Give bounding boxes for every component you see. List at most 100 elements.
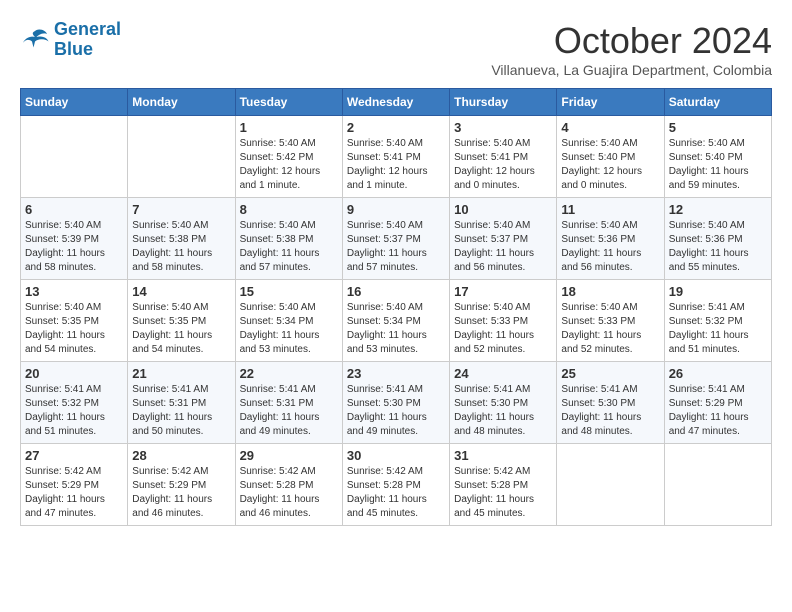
- day-info: Sunrise: 5:41 AM Sunset: 5:31 PM Dayligh…: [240, 383, 338, 439]
- calendar-week-4: 20Sunrise: 5:41 AM Sunset: 5:32 PM Dayli…: [21, 362, 772, 444]
- day-number: 11: [561, 202, 659, 217]
- day-number: 5: [669, 120, 767, 135]
- day-info: Sunrise: 5:41 AM Sunset: 5:30 PM Dayligh…: [454, 383, 552, 439]
- calendar-cell: 14 Sunrise: 5:40 AM Sunset: 5:35 PM Dayli…: [128, 280, 235, 362]
- calendar-cell: 15 Sunrise: 5:40 AM Sunset: 5:34 PM Dayli…: [235, 280, 342, 362]
- day-info: Sunrise: 5:40 AM Sunset: 5:38 PM Dayligh…: [132, 219, 230, 275]
- day-info: Sunrise: 5:40 AM Sunset: 5:36 PM Dayligh…: [561, 219, 659, 275]
- calendar-cell: 8Sunrise: 5:40 AM Sunset: 5:38 PM Daylig…: [235, 198, 342, 280]
- calendar-cell: 2 Sunrise: 5:40 AM Sunset: 5:41 PM Daylig…: [342, 116, 449, 198]
- calendar-cell: 24 Sunrise: 5:41 AM Sunset: 5:30 PM Dayli…: [450, 362, 557, 444]
- calendar-cell: 25 Sunrise: 5:41 AM Sunset: 5:30 PM Dayli…: [557, 362, 664, 444]
- day-number: 28: [132, 448, 230, 463]
- day-info: Sunrise: 5:42 AM Sunset: 5:28 PM Dayligh…: [454, 465, 552, 521]
- calendar-cell: 31 Sunrise: 5:42 AM Sunset: 5:28 PM Dayli…: [450, 444, 557, 526]
- day-number: 26: [669, 366, 767, 381]
- page-header: General Blue October 2024 Villanueva, La…: [20, 20, 772, 78]
- day-info: Sunrise: 5:40 AM Sunset: 5:33 PM Dayligh…: [561, 301, 659, 357]
- day-info: Sunrise: 5:40 AM Sunset: 5:37 PM Dayligh…: [454, 219, 552, 275]
- calendar-cell: 9 Sunrise: 5:40 AM Sunset: 5:37 PM Daylig…: [342, 198, 449, 280]
- calendar-cell: 4 Sunrise: 5:40 AM Sunset: 5:40 PM Daylig…: [557, 116, 664, 198]
- calendar-cell: 16Sunrise: 5:40 AM Sunset: 5:34 PM Dayli…: [342, 280, 449, 362]
- day-info: Sunrise: 5:42 AM Sunset: 5:28 PM Dayligh…: [240, 465, 338, 521]
- logo: General Blue: [20, 20, 121, 60]
- day-number: 3: [454, 120, 552, 135]
- header-row: SundayMondayTuesdayWednesdayThursdayFrid…: [21, 89, 772, 116]
- calendar-cell: 22Sunrise: 5:41 AM Sunset: 5:31 PM Dayli…: [235, 362, 342, 444]
- day-info: Sunrise: 5:41 AM Sunset: 5:29 PM Dayligh…: [669, 383, 767, 439]
- header-cell-sunday: Sunday: [21, 89, 128, 116]
- calendar-cell: 18 Sunrise: 5:40 AM Sunset: 5:33 PM Dayli…: [557, 280, 664, 362]
- calendar-cell: [128, 116, 235, 198]
- day-info: Sunrise: 5:40 AM Sunset: 5:40 PM Dayligh…: [669, 137, 767, 193]
- calendar-cell: 19 Sunrise: 5:41 AM Sunset: 5:32 PM Dayli…: [664, 280, 771, 362]
- day-info: Sunrise: 5:40 AM Sunset: 5:34 PM Dayligh…: [240, 301, 338, 357]
- day-info: Sunrise: 5:42 AM Sunset: 5:29 PM Dayligh…: [132, 465, 230, 521]
- day-info: Sunrise: 5:40 AM Sunset: 5:37 PM Dayligh…: [347, 219, 445, 275]
- calendar-cell: 21 Sunrise: 5:41 AM Sunset: 5:31 PM Dayli…: [128, 362, 235, 444]
- day-info: Sunrise: 5:41 AM Sunset: 5:30 PM Dayligh…: [561, 383, 659, 439]
- day-number: 14: [132, 284, 230, 299]
- day-number: 30: [347, 448, 445, 463]
- day-number: 31: [454, 448, 552, 463]
- day-number: 18: [561, 284, 659, 299]
- month-title: October 2024: [491, 20, 772, 62]
- calendar-week-1: 1Sunrise: 5:40 AM Sunset: 5:42 PM Daylig…: [21, 116, 772, 198]
- logo-general: General: [54, 19, 121, 39]
- day-info: Sunrise: 5:41 AM Sunset: 5:32 PM Dayligh…: [669, 301, 767, 357]
- day-number: 4: [561, 120, 659, 135]
- day-number: 12: [669, 202, 767, 217]
- header-cell-monday: Monday: [128, 89, 235, 116]
- calendar-table: SundayMondayTuesdayWednesdayThursdayFrid…: [20, 88, 772, 526]
- calendar-cell: 12 Sunrise: 5:40 AM Sunset: 5:36 PM Dayli…: [664, 198, 771, 280]
- day-number: 25: [561, 366, 659, 381]
- day-number: 24: [454, 366, 552, 381]
- day-number: 20: [25, 366, 123, 381]
- logo-blue: Blue: [54, 39, 93, 59]
- calendar-cell: 3 Sunrise: 5:40 AM Sunset: 5:41 PM Daylig…: [450, 116, 557, 198]
- day-info: Sunrise: 5:41 AM Sunset: 5:31 PM Dayligh…: [132, 383, 230, 439]
- day-number: 23: [347, 366, 445, 381]
- location-subtitle: Villanueva, La Guajira Department, Colom…: [491, 62, 772, 78]
- header-cell-saturday: Saturday: [664, 89, 771, 116]
- day-number: 19: [669, 284, 767, 299]
- day-info: Sunrise: 5:41 AM Sunset: 5:30 PM Dayligh…: [347, 383, 445, 439]
- calendar-cell: 29 Sunrise: 5:42 AM Sunset: 5:28 PM Dayli…: [235, 444, 342, 526]
- day-info: Sunrise: 5:42 AM Sunset: 5:28 PM Dayligh…: [347, 465, 445, 521]
- day-number: 15: [240, 284, 338, 299]
- day-number: 17: [454, 284, 552, 299]
- day-info: Sunrise: 5:40 AM Sunset: 5:40 PM Dayligh…: [561, 137, 659, 193]
- header-cell-thursday: Thursday: [450, 89, 557, 116]
- logo-icon: [20, 25, 50, 55]
- calendar-week-3: 13 Sunrise: 5:40 AM Sunset: 5:35 PM Dayli…: [21, 280, 772, 362]
- day-number: 29: [240, 448, 338, 463]
- day-info: Sunrise: 5:40 AM Sunset: 5:33 PM Dayligh…: [454, 301, 552, 357]
- day-info: Sunrise: 5:40 AM Sunset: 5:41 PM Dayligh…: [454, 137, 552, 193]
- calendar-cell: 17 Sunrise: 5:40 AM Sunset: 5:33 PM Dayli…: [450, 280, 557, 362]
- calendar-cell: [664, 444, 771, 526]
- title-block: October 2024 Villanueva, La Guajira Depa…: [491, 20, 772, 78]
- day-number: 2: [347, 120, 445, 135]
- calendar-cell: 6Sunrise: 5:40 AM Sunset: 5:39 PM Daylig…: [21, 198, 128, 280]
- calendar-cell: 5 Sunrise: 5:40 AM Sunset: 5:40 PM Daylig…: [664, 116, 771, 198]
- calendar-cell: 30 Sunrise: 5:42 AM Sunset: 5:28 PM Dayli…: [342, 444, 449, 526]
- header-cell-tuesday: Tuesday: [235, 89, 342, 116]
- day-info: Sunrise: 5:40 AM Sunset: 5:36 PM Dayligh…: [669, 219, 767, 275]
- calendar-cell: [21, 116, 128, 198]
- calendar-cell: 10 Sunrise: 5:40 AM Sunset: 5:37 PM Dayli…: [450, 198, 557, 280]
- calendar-cell: 23 Sunrise: 5:41 AM Sunset: 5:30 PM Dayli…: [342, 362, 449, 444]
- calendar-cell: 20Sunrise: 5:41 AM Sunset: 5:32 PM Dayli…: [21, 362, 128, 444]
- day-number: 9: [347, 202, 445, 217]
- header-cell-friday: Friday: [557, 89, 664, 116]
- day-number: 27: [25, 448, 123, 463]
- day-number: 13: [25, 284, 123, 299]
- day-number: 1: [240, 120, 338, 135]
- day-number: 7: [132, 202, 230, 217]
- day-info: Sunrise: 5:40 AM Sunset: 5:35 PM Dayligh…: [132, 301, 230, 357]
- day-number: 10: [454, 202, 552, 217]
- day-info: Sunrise: 5:40 AM Sunset: 5:41 PM Dayligh…: [347, 137, 445, 193]
- calendar-body: 1Sunrise: 5:40 AM Sunset: 5:42 PM Daylig…: [21, 116, 772, 526]
- calendar-week-5: 27 Sunrise: 5:42 AM Sunset: 5:29 PM Dayli…: [21, 444, 772, 526]
- day-number: 21: [132, 366, 230, 381]
- day-info: Sunrise: 5:42 AM Sunset: 5:29 PM Dayligh…: [25, 465, 123, 521]
